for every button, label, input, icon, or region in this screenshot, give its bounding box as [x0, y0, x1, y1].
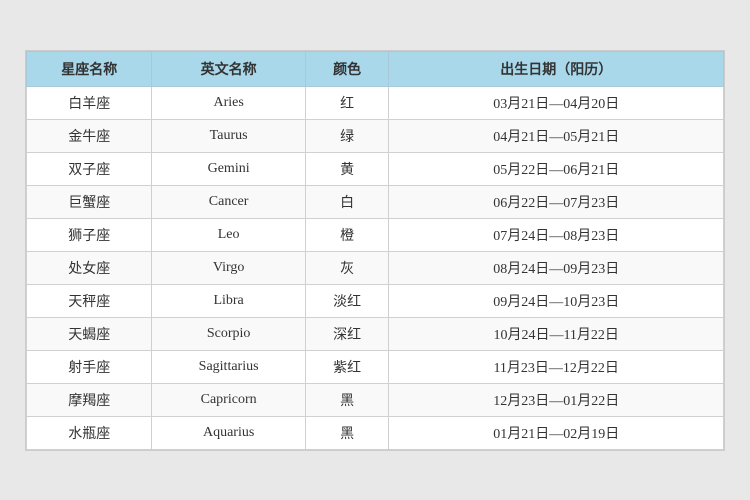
- table-row: 射手座Sagittarius紫红11月23日—12月22日: [27, 350, 724, 383]
- zodiac-table: 星座名称 英文名称 颜色 出生日期（阳历） 白羊座Aries红03月21日—04…: [26, 51, 724, 450]
- zodiac-table-container: 星座名称 英文名称 颜色 出生日期（阳历） 白羊座Aries红03月21日—04…: [25, 50, 725, 451]
- table-row: 狮子座Leo橙07月24日—08月23日: [27, 218, 724, 251]
- cell-en-name: Aquarius: [152, 416, 305, 449]
- cell-date: 11月23日—12月22日: [389, 350, 724, 383]
- cell-en-name: Capricorn: [152, 383, 305, 416]
- cell-date: 05月22日—06月21日: [389, 152, 724, 185]
- cell-zh-name: 天蝎座: [27, 317, 152, 350]
- cell-color: 灰: [305, 251, 389, 284]
- cell-zh-name: 白羊座: [27, 86, 152, 119]
- cell-en-name: Gemini: [152, 152, 305, 185]
- cell-color: 橙: [305, 218, 389, 251]
- cell-date: 08月24日—09月23日: [389, 251, 724, 284]
- cell-color: 黑: [305, 416, 389, 449]
- cell-color: 淡红: [305, 284, 389, 317]
- header-zh-name: 星座名称: [27, 51, 152, 86]
- cell-date: 12月23日—01月22日: [389, 383, 724, 416]
- cell-color: 绿: [305, 119, 389, 152]
- table-row: 天秤座Libra淡红09月24日—10月23日: [27, 284, 724, 317]
- cell-color: 黄: [305, 152, 389, 185]
- cell-color: 红: [305, 86, 389, 119]
- table-row: 摩羯座Capricorn黑12月23日—01月22日: [27, 383, 724, 416]
- cell-date: 04月21日—05月21日: [389, 119, 724, 152]
- table-row: 金牛座Taurus绿04月21日—05月21日: [27, 119, 724, 152]
- cell-zh-name: 巨蟹座: [27, 185, 152, 218]
- cell-en-name: Libra: [152, 284, 305, 317]
- cell-date: 10月24日—11月22日: [389, 317, 724, 350]
- cell-en-name: Leo: [152, 218, 305, 251]
- table-row: 双子座Gemini黄05月22日—06月21日: [27, 152, 724, 185]
- cell-en-name: Sagittarius: [152, 350, 305, 383]
- table-row: 处女座Virgo灰08月24日—09月23日: [27, 251, 724, 284]
- header-en-name: 英文名称: [152, 51, 305, 86]
- cell-color: 紫红: [305, 350, 389, 383]
- cell-en-name: Taurus: [152, 119, 305, 152]
- cell-date: 06月22日—07月23日: [389, 185, 724, 218]
- cell-zh-name: 狮子座: [27, 218, 152, 251]
- header-date: 出生日期（阳历）: [389, 51, 724, 86]
- table-row: 巨蟹座Cancer白06月22日—07月23日: [27, 185, 724, 218]
- cell-date: 07月24日—08月23日: [389, 218, 724, 251]
- cell-color: 黑: [305, 383, 389, 416]
- cell-date: 09月24日—10月23日: [389, 284, 724, 317]
- cell-zh-name: 金牛座: [27, 119, 152, 152]
- cell-en-name: Aries: [152, 86, 305, 119]
- cell-zh-name: 处女座: [27, 251, 152, 284]
- cell-zh-name: 水瓶座: [27, 416, 152, 449]
- cell-color: 白: [305, 185, 389, 218]
- cell-en-name: Cancer: [152, 185, 305, 218]
- cell-en-name: Virgo: [152, 251, 305, 284]
- table-row: 水瓶座Aquarius黑01月21日—02月19日: [27, 416, 724, 449]
- table-row: 白羊座Aries红03月21日—04月20日: [27, 86, 724, 119]
- header-color: 颜色: [305, 51, 389, 86]
- cell-date: 01月21日—02月19日: [389, 416, 724, 449]
- cell-zh-name: 射手座: [27, 350, 152, 383]
- table-header-row: 星座名称 英文名称 颜色 出生日期（阳历）: [27, 51, 724, 86]
- cell-zh-name: 天秤座: [27, 284, 152, 317]
- table-row: 天蝎座Scorpio深红10月24日—11月22日: [27, 317, 724, 350]
- cell-zh-name: 摩羯座: [27, 383, 152, 416]
- cell-zh-name: 双子座: [27, 152, 152, 185]
- cell-en-name: Scorpio: [152, 317, 305, 350]
- cell-color: 深红: [305, 317, 389, 350]
- cell-date: 03月21日—04月20日: [389, 86, 724, 119]
